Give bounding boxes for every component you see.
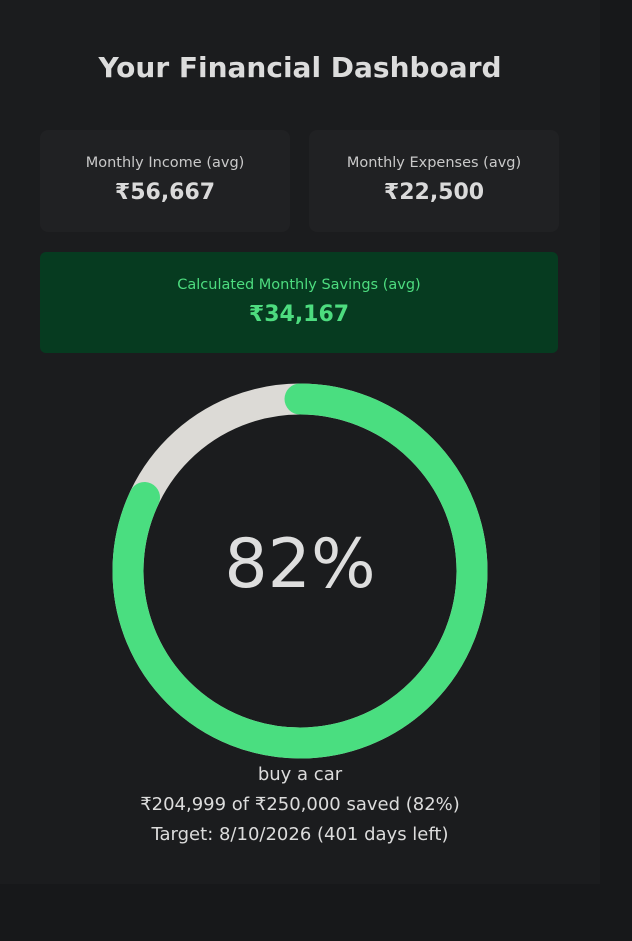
goal-progress-ring [112, 383, 488, 759]
goal-name: buy a car [257, 764, 343, 785]
dashboard-panel: Your Financial Dashboard Monthly Income … [0, 0, 600, 884]
page-edge-bottom [0, 884, 632, 941]
progress-percent-text: 82% [224, 525, 376, 604]
goal-target-date: Target: 8/10/2026 (401 days left) [151, 824, 449, 845]
goal-amount-summary: ₹204,999 of ₹250,000 saved (82%) [140, 794, 460, 815]
page-edge-right [600, 0, 632, 941]
